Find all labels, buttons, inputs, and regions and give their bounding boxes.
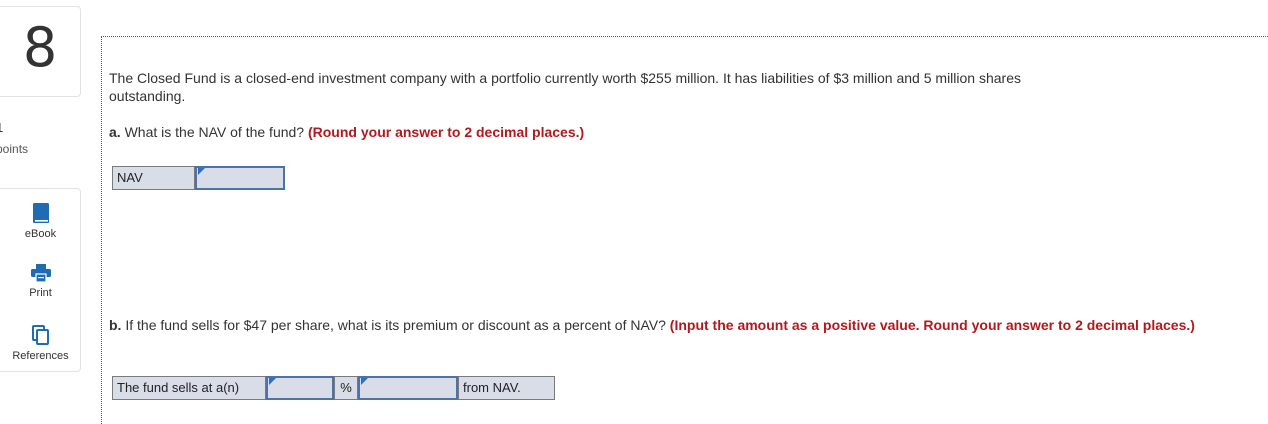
- part-b-instruction: (Input the amount as a positive value. R…: [669, 317, 1195, 333]
- ebook-button[interactable]: eBook: [0, 202, 81, 240]
- copy-pages-icon: [31, 325, 49, 345]
- content-left-border: [101, 36, 102, 424]
- percent-symbol: %: [334, 376, 358, 400]
- tools-panel: eBook Print References: [0, 188, 81, 372]
- premium-discount-answer-table: The fund sells at a(n) % from NAV.: [112, 376, 555, 400]
- points-label: points: [0, 142, 29, 156]
- part-a-question: a. What is the NAV of the fund? (Round y…: [109, 123, 1209, 141]
- content-top-border: [101, 36, 1268, 37]
- book-icon: [32, 203, 49, 223]
- part-b-marker: b.: [109, 317, 122, 333]
- part-b-question: b. If the fund sells for $47 per share, …: [109, 316, 1259, 334]
- question-number-box: 8: [0, 6, 81, 97]
- references-label: References: [12, 350, 69, 362]
- problem-intro: The Closed Fund is a closed-end investme…: [109, 70, 1021, 104]
- print-label: Print: [29, 287, 52, 299]
- part-b-text: If the fund sells for $47 per share, wha…: [121, 317, 670, 333]
- nav-answer-table: NAV: [112, 166, 285, 190]
- nav-input[interactable]: [195, 166, 285, 190]
- fund-sells-label: The fund sells at a(n): [112, 376, 266, 400]
- from-nav-label: from NAV.: [458, 376, 555, 400]
- print-button[interactable]: Print: [0, 263, 81, 299]
- part-a-text: What is the NAV of the fund?: [120, 124, 308, 140]
- ebook-label: eBook: [24, 228, 57, 240]
- question-number: 8: [22, 16, 58, 79]
- percent-input[interactable]: [358, 376, 458, 400]
- part-a-instruction: (Round your answer to 2 decimal places.): [307, 124, 585, 140]
- premium-discount-select[interactable]: [266, 376, 334, 400]
- references-button[interactable]: References: [0, 324, 81, 362]
- part-a-marker: a.: [109, 124, 121, 140]
- nav-label: NAV: [112, 166, 195, 190]
- points-value: 1: [0, 120, 3, 135]
- printer-icon: [30, 264, 51, 283]
